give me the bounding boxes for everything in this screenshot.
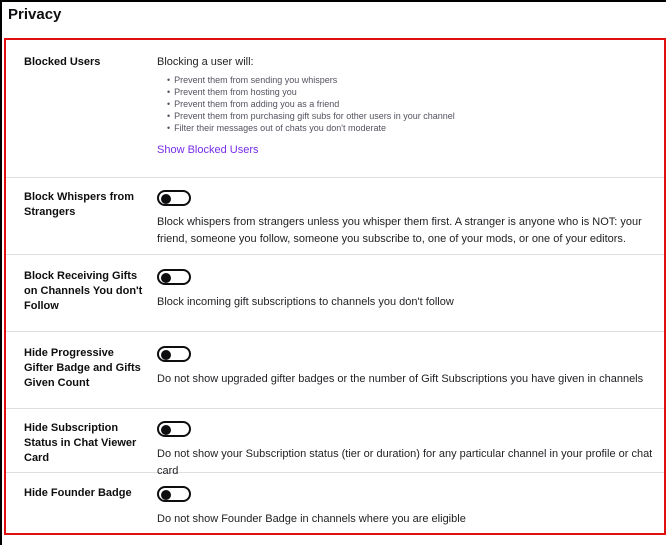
setting-row-hide-subscription-status: Hide Subscription Status in Chat Viewer … [6,408,664,477]
list-item: Prevent them from sending you whispers [167,74,657,86]
show-blocked-users-link[interactable]: Show Blocked Users [157,144,657,156]
setting-content-block-gifts: Block incoming gift subscriptions to cha… [157,269,657,311]
hide-founder-badge-toggle[interactable] [157,486,191,502]
toggle-knob [161,490,171,500]
block-gifts-toggle[interactable] [157,269,191,285]
setting-content-block-whispers: Block whispers from strangers unless you… [157,190,657,248]
setting-row-hide-founder-badge: Hide Founder Badge Do not show Founder B… [6,472,664,532]
toggle-knob [161,273,171,283]
setting-row-block-whispers: Block Whispers from Strangers Block whis… [6,177,664,255]
setting-description-block-whispers: Block whispers from strangers unless you… [157,216,642,245]
setting-row-hide-gifter-badge: Hide Progressive Gifter Badge and Gifts … [6,331,664,409]
blocked-users-intro: Blocking a user will: [157,56,254,68]
blocked-users-content: Blocking a user will: Prevent them from … [157,55,657,156]
toggle-knob [161,350,171,360]
privacy-panel: Blocked Users Blocking a user will: Prev… [4,38,666,535]
setting-description-hide-founder-badge: Do not show Founder Badge in channels wh… [157,513,466,525]
setting-label-hide-gifter-badge: Hide Progressive Gifter Badge and Gifts … [24,347,141,389]
page-title: Privacy [8,6,62,23]
setting-content-hide-founder-badge: Do not show Founder Badge in channels wh… [157,486,657,528]
toggle-knob [161,194,171,204]
setting-label-block-whispers: Block Whispers from Strangers [24,191,135,218]
toggle-knob [161,425,171,435]
list-item: Prevent them from hosting you [167,86,657,98]
blocked-users-label: Blocked Users [24,56,101,68]
blocked-users-row: Blocked Users Blocking a user will: Prev… [6,40,664,178]
setting-content-hide-gifter-badge: Do not show upgraded gifter badges or th… [157,346,657,388]
blocked-users-list: Prevent them from sending you whispers P… [157,74,657,134]
setting-row-block-gifts: Block Receiving Gifts on Channels You do… [6,254,664,332]
list-item: Prevent them from adding you as a friend [167,98,657,110]
setting-label-hide-subscription-status: Hide Subscription Status in Chat Viewer … [24,422,137,464]
block-whispers-toggle[interactable] [157,190,191,206]
setting-label-block-gifts: Block Receiving Gifts on Channels You do… [24,270,143,312]
list-item: Filter their messages out of chats you d… [167,122,657,134]
hide-gifter-badge-toggle[interactable] [157,346,191,362]
setting-description-hide-gifter-badge: Do not show upgraded gifter badges or th… [157,373,644,385]
hide-subscription-status-toggle[interactable] [157,421,191,437]
list-item: Prevent them from purchasing gift subs f… [167,110,657,122]
setting-description-block-gifts: Block incoming gift subscriptions to cha… [157,296,454,308]
setting-label-hide-founder-badge: Hide Founder Badge [24,487,132,499]
